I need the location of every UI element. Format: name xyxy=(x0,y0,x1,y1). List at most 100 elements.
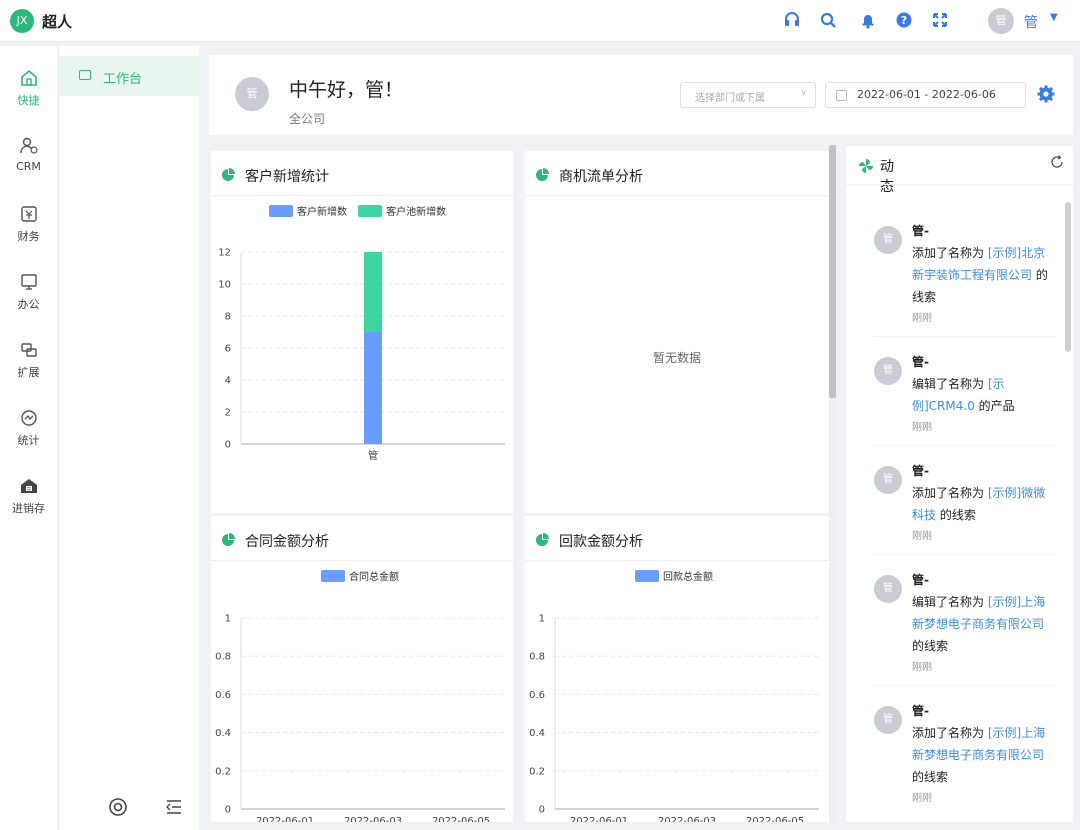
rail-item-crm[interactable]: CRM xyxy=(0,136,57,173)
chevron-down-icon: ∨ xyxy=(800,88,807,98)
activity-user: 管- xyxy=(912,704,929,718)
x-tick-label: 2022-06-05 xyxy=(746,816,804,822)
app-logo[interactable]: JX xyxy=(10,9,34,33)
rail-label: 办公 xyxy=(17,298,40,311)
headset-icon[interactable] xyxy=(782,11,802,31)
caret-down-icon[interactable]: ▼ xyxy=(1050,12,1058,23)
y-tick-label: 6 xyxy=(225,344,231,355)
activity-action: 添加了名称为 xyxy=(912,246,988,260)
extension-icon xyxy=(20,343,37,357)
activity-user: 管- xyxy=(912,464,929,478)
refresh-icon[interactable] xyxy=(1049,154,1065,170)
rail-label: CRM xyxy=(16,160,41,173)
top-bar: JX 超人 ? 管 管 ▼ xyxy=(0,0,1080,42)
department-placeholder: 选择部门或下属 xyxy=(695,93,765,104)
sub-nav: 工作台 xyxy=(58,46,200,830)
y-tick-label: 0 xyxy=(225,805,231,816)
user-name[interactable]: 管 xyxy=(1024,12,1038,32)
scope-label: 全公司 xyxy=(289,112,326,126)
y-tick-label: 12 xyxy=(218,248,231,259)
divider xyxy=(525,195,829,196)
date-range-picker[interactable]: 2022-06-01 - 2022-06-06 xyxy=(825,82,1026,108)
workbench-icon xyxy=(79,70,91,80)
rail-label: 进销存 xyxy=(12,502,45,515)
rail-item-store[interactable]: 进销存 xyxy=(0,476,57,516)
x-tick-label: 2022-06-01 xyxy=(570,816,628,822)
avatar: 管 xyxy=(874,706,902,734)
activity-body: 管- 编辑了名称为 [示例]CRM4.0 的产品 刚刚 xyxy=(912,351,1056,435)
x-tick-label: 2022-06-01 xyxy=(256,816,314,822)
activity-suffix: 的线索 xyxy=(912,639,949,653)
search-icon[interactable] xyxy=(818,11,838,31)
activity-item[interactable]: 管 管- 添加了名称为 [示例]上海新梦想电子商务有限公司 的线索 刚刚 xyxy=(874,700,1056,817)
avatar: 管 xyxy=(874,226,902,254)
y-tick-label: 0.8 xyxy=(529,652,545,663)
rail-item-finance[interactable]: 财务 xyxy=(0,204,57,244)
activity-user: 管- xyxy=(912,573,929,587)
rail-item-office[interactable]: 办公 xyxy=(0,272,57,312)
activity-user: 管- xyxy=(912,224,929,238)
x-tick-label: 2022-06-03 xyxy=(658,816,716,822)
avatar: 管 xyxy=(874,466,902,494)
avatar: 管 xyxy=(874,575,902,603)
activity-scrollbar[interactable] xyxy=(1065,202,1071,352)
x-tick-label: 2022-06-05 xyxy=(432,816,490,822)
y-tick-label: 1 xyxy=(225,614,231,625)
avatar: 管 xyxy=(874,357,902,385)
activity-text: 添加了名称为 [示例]上海新梦想电子商务有限公司 的线索 xyxy=(912,722,1056,788)
collapse-menu-icon[interactable] xyxy=(163,796,185,818)
help-icon[interactable]: ? xyxy=(894,11,914,31)
activity-item[interactable]: 管 管- 添加了名称为 [示例]北京新宇装饰工程有限公司 的线索 刚刚 xyxy=(874,220,1056,337)
department-select[interactable]: 选择部门或下属 ∨ xyxy=(680,82,816,108)
date-range-value: 2022-06-01 - 2022-06-06 xyxy=(857,88,996,101)
activity-user: 管- xyxy=(912,355,929,369)
subnav-label: 工作台 xyxy=(103,72,143,87)
content-scrollbar-thumb[interactable] xyxy=(829,145,836,398)
activity-time: 刚刚 xyxy=(912,313,932,324)
y-tick-label: 0.6 xyxy=(529,690,545,701)
bar-客户新增数 xyxy=(364,332,382,444)
bell-icon[interactable] xyxy=(858,11,878,31)
activity-title-text: 动态 xyxy=(880,159,894,195)
rail-label: 财务 xyxy=(17,230,40,243)
activity-item[interactable]: 管 管- 添加了名称为 [示例]微微科技 的线索 刚刚 xyxy=(874,460,1056,555)
target-icon[interactable] xyxy=(107,796,129,818)
y-tick-label: 0.2 xyxy=(215,766,231,777)
activity-item[interactable]: 管 管- 编辑了名称为 [示例]上海新梦想电子商务有限公司 的线索 刚刚 xyxy=(874,569,1056,686)
activity-text: 编辑了名称为 [示例]CRM4.0 的产品 xyxy=(912,373,1056,417)
user-avatar[interactable]: 管 xyxy=(988,8,1014,34)
gear-icon[interactable] xyxy=(1036,84,1056,104)
y-tick-label: 1 xyxy=(539,614,545,625)
greeting-title: 中午好，管！ xyxy=(289,79,404,101)
activity-suffix: 的线索 xyxy=(912,770,949,784)
fullscreen-icon[interactable] xyxy=(930,11,950,31)
activity-time: 刚刚 xyxy=(912,422,932,433)
activity-text: 添加了名称为 [示例]微微科技 的线索 xyxy=(912,482,1056,526)
y-tick-label: 10 xyxy=(218,280,231,291)
activity-item[interactable]: 管 管- 编辑了名称为 [示例]CRM4.0 的产品 刚刚 xyxy=(874,351,1056,446)
activity-action: 添加了名称为 xyxy=(912,726,988,740)
activity-time: 刚刚 xyxy=(912,793,932,804)
rail-label: 快捷 xyxy=(17,94,40,107)
main-nav-rail: 快捷 CRM 财务 办公 扩展 统计 进销存 xyxy=(0,46,57,830)
y-tick-label: 0.8 xyxy=(215,652,231,663)
finance-icon xyxy=(20,206,37,222)
y-tick-label: 8 xyxy=(225,312,231,323)
y-tick-label: 0 xyxy=(539,805,545,816)
rail-item-quick[interactable]: 快捷 xyxy=(0,68,57,108)
y-tick-label: 0.4 xyxy=(215,728,231,739)
subnav-item-workbench[interactable]: 工作台 xyxy=(59,56,200,96)
new-customers-chart: 0 2 4 6 8 10 12 管 xyxy=(218,248,505,462)
activity-body: 管- 添加了名称为 [示例]上海新梦想电子商务有限公司 的线索 刚刚 xyxy=(912,700,1056,806)
pie-chart-icon xyxy=(536,168,549,181)
svg-text:?: ? xyxy=(901,14,907,27)
stats-icon xyxy=(20,410,37,426)
chart-card-new-customers: 客户新增统计 客户新增数 客户池新增数 0 2 4 6 8 10 12 管 xyxy=(211,151,513,513)
rail-item-stats[interactable]: 统计 xyxy=(0,408,57,448)
activity-action: 编辑了名称为 xyxy=(912,377,988,391)
rail-label: 扩展 xyxy=(17,366,40,379)
y-tick-label: 2 xyxy=(225,408,231,419)
rail-item-extension[interactable]: 扩展 xyxy=(0,340,57,380)
payment-amount-chart: 0 0.2 0.4 0.6 0.8 1 2022-06-01 2022-06-03 2022-0… xyxy=(529,614,819,822)
avatar: 管 xyxy=(235,77,269,111)
